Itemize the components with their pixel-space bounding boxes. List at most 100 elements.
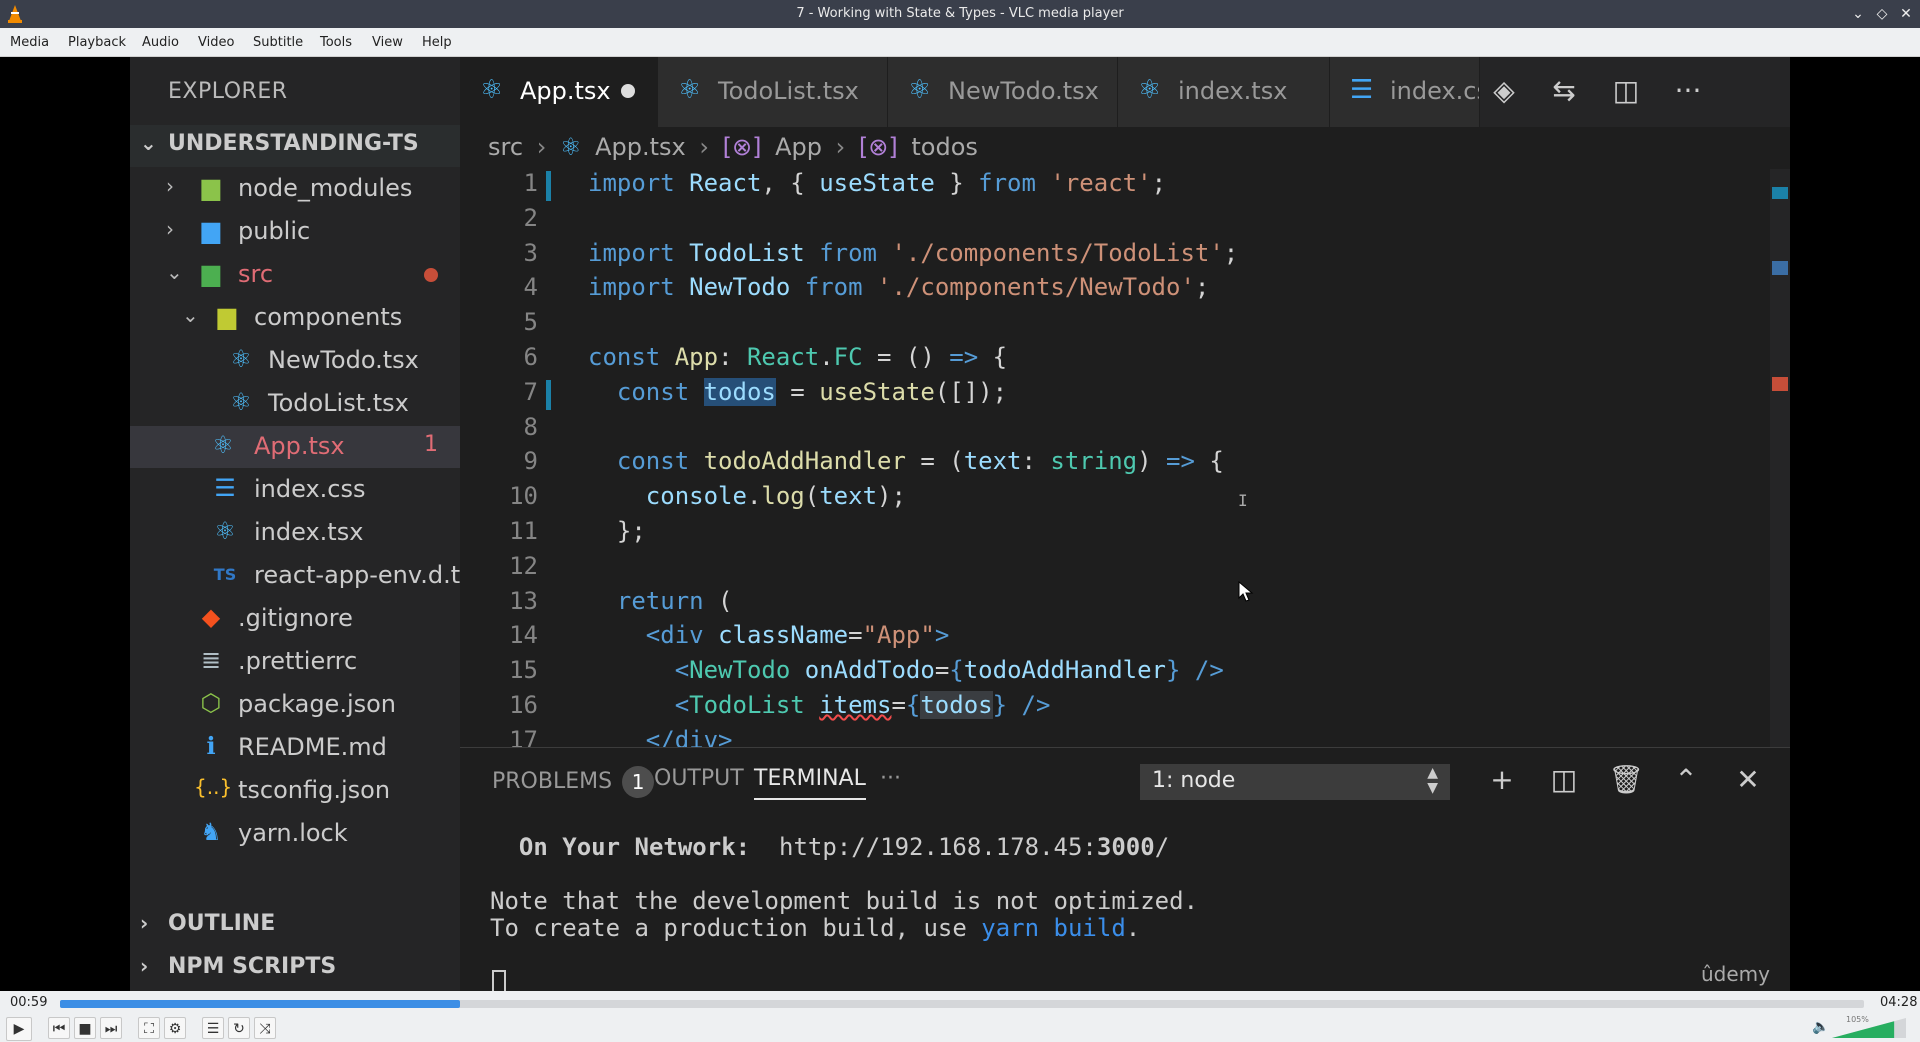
chevron-right-icon: ›: [166, 174, 174, 198]
breadcrumb-src[interactable]: src: [488, 133, 523, 161]
menu-audio[interactable]: Audio: [142, 35, 179, 50]
code-line: 10 console.log(text);: [460, 482, 1760, 517]
menu-subtitle[interactable]: Subtitle: [253, 35, 303, 50]
shuffle-button[interactable]: ⤨: [254, 1017, 276, 1039]
volume-slider[interactable]: [1832, 1018, 1906, 1038]
tree-item-package-json[interactable]: ⬡ package.json: [130, 684, 460, 726]
error-dot-icon: [424, 268, 438, 282]
chevron-down-icon: ⌄: [140, 131, 157, 155]
tree-item-public[interactable]: › ▆ public: [130, 211, 460, 253]
split-terminal-icon[interactable]: ◫: [1546, 762, 1582, 798]
kill-terminal-icon[interactable]: 🗑: [1608, 762, 1644, 798]
tab-todolist-tsx[interactable]: ⚛ TodoList.tsx: [658, 57, 888, 127]
menu-view[interactable]: View: [372, 35, 403, 50]
maximize-panel-icon[interactable]: ⌃: [1668, 762, 1704, 798]
extended-settings-button[interactable]: ⚙: [164, 1017, 186, 1039]
line-number: 7: [523, 377, 538, 406]
tab-terminal[interactable]: TERMINAL: [754, 766, 866, 800]
speaker-icon[interactable]: 🔈: [1812, 1019, 1829, 1035]
tab-index-tsx[interactable]: ⚛ index.tsx: [1118, 57, 1330, 127]
stop-button[interactable]: ■: [74, 1017, 96, 1039]
line-number: 8: [523, 412, 538, 441]
previous-button[interactable]: ⏮: [48, 1017, 70, 1039]
maximize-icon[interactable]: ◇: [1872, 4, 1892, 24]
code-text: </div>: [645, 725, 733, 747]
tree-item-yarn-lock[interactable]: ♞ yarn.lock: [130, 813, 460, 855]
minimize-icon[interactable]: ⌄: [1848, 4, 1868, 24]
seek-progress: [60, 1000, 461, 1008]
tree-item-app[interactable]: ⚛ App.tsx 1: [130, 426, 460, 468]
split-editor-icon[interactable]: ◫: [1608, 73, 1644, 109]
tree-item-components[interactable]: ⌄ ▆ components: [130, 297, 460, 339]
tree-item-prettierrc[interactable]: ≣ .prettierrc: [130, 641, 460, 683]
menu-media[interactable]: Media: [10, 35, 49, 50]
next-button[interactable]: ⏭: [100, 1017, 122, 1039]
seek-bar[interactable]: [60, 1000, 1864, 1008]
more-actions-icon[interactable]: ···: [1670, 73, 1706, 109]
more-panels-icon[interactable]: ···: [880, 766, 901, 791]
tree-item-node-modules[interactable]: › ▆ node_modules: [130, 168, 460, 210]
npm-scripts-section[interactable]: › NPM SCRIPTS: [130, 948, 460, 990]
breadcrumb-file[interactable]: App.tsx: [595, 133, 686, 161]
code-area[interactable]: 1 import React, { useState } from 'react'…: [460, 169, 1760, 747]
tree-item-readme[interactable]: ℹ README.md: [130, 727, 460, 769]
open-changes-icon[interactable]: ⇆: [1546, 73, 1582, 109]
tree-label: src: [238, 260, 274, 288]
code-text: console.log(text);: [645, 482, 906, 511]
code-line: 2: [460, 204, 1760, 239]
code-text: import TodoList from './components/TodoL…: [588, 238, 1239, 267]
close-panel-icon[interactable]: ✕: [1730, 762, 1766, 798]
tree-item-gitignore[interactable]: ◆ .gitignore: [130, 598, 460, 640]
menu-video[interactable]: Video: [198, 35, 234, 50]
chevron-right-icon: ›: [166, 217, 174, 241]
menu-playback[interactable]: Playback: [68, 35, 126, 50]
react-icon: ⚛: [480, 75, 504, 105]
playlist-button[interactable]: ☰: [202, 1017, 224, 1039]
terminal-select-value: 1: node: [1152, 768, 1236, 793]
select-arrows-icon: ▲ ▼: [1427, 765, 1438, 796]
total-time: 04:28: [1880, 995, 1918, 1010]
line-number: 6: [523, 343, 538, 371]
code-line: 1 import React, { useState } from 'react'…: [460, 169, 1760, 204]
line-number: 12: [509, 551, 538, 580]
code-text: const todoAddHandler = (text: string) =>…: [616, 447, 1224, 476]
line-number: 4: [523, 273, 538, 302]
tab-app-tsx[interactable]: ⚛ App.tsx: [460, 57, 658, 127]
tree-item-src[interactable]: ⌄ ▆ src: [130, 254, 460, 296]
tab-output[interactable]: OUTPUT: [654, 766, 744, 791]
git-compare-icon[interactable]: ◈: [1486, 73, 1522, 109]
terminal-output[interactable]: On Your Network: http://192.168.178.45:3…: [490, 834, 1198, 942]
code-line: 12: [460, 552, 1760, 587]
fullscreen-button[interactable]: ⛶: [138, 1017, 160, 1039]
video-area[interactable]: EXPLORER ⌄ UNDERSTANDING-TS › ▆ node_mod…: [0, 57, 1920, 991]
new-terminal-icon[interactable]: +: [1484, 762, 1520, 798]
note-line-2-end: .: [1125, 914, 1141, 942]
project-section[interactable]: ⌄ UNDERSTANDING-TS: [130, 125, 460, 167]
tree-item-newtodo[interactable]: ⚛ NewTodo.tsx: [130, 340, 460, 382]
loop-button[interactable]: ↻: [228, 1017, 250, 1039]
breadcrumb-symbol-app[interactable]: App: [775, 133, 822, 161]
code-line: 7 const todos = useState([]);: [460, 377, 1760, 413]
tree-item-react-app-env[interactable]: TS react-app-env.d.ts: [130, 555, 473, 597]
close-icon[interactable]: ✕: [1896, 4, 1916, 24]
tree-item-todolist[interactable]: ⚛ TodoList.tsx: [130, 383, 460, 425]
breadcrumb-symbol-todos[interactable]: todos: [911, 133, 978, 161]
menu-tools[interactable]: Tools: [320, 35, 352, 50]
tree-item-tsconfig[interactable]: {..} tsconfig.json: [130, 770, 460, 812]
tree-label: App.tsx: [254, 432, 345, 460]
play-button[interactable]: ▶: [6, 1017, 32, 1041]
problems-count-badge: 1: [622, 766, 655, 798]
code-line: 3 import TodoList from './components/Todo…: [460, 239, 1760, 274]
terminal-select[interactable]: 1: node ▲ ▼: [1140, 764, 1450, 800]
udemy-watermark: ûdemy: [1701, 962, 1770, 986]
code-line: 9 const todoAddHandler = (text: string) …: [460, 447, 1760, 482]
outline-section[interactable]: › OUTLINE: [130, 905, 460, 947]
tree-item-index-css[interactable]: ☰ index.css: [130, 469, 460, 511]
tree-item-index-tsx[interactable]: ⚛ index.tsx: [130, 512, 460, 554]
tab-problems[interactable]: PROBLEMS 1: [492, 766, 655, 798]
tab-newtodo-tsx[interactable]: ⚛ NewTodo.tsx: [888, 57, 1118, 127]
editor-scrollbar[interactable]: [1770, 169, 1790, 747]
line-number: 16: [509, 691, 538, 719]
menu-help[interactable]: Help: [422, 35, 452, 50]
tab-index-css[interactable]: ☰ index.cs: [1330, 57, 1480, 127]
